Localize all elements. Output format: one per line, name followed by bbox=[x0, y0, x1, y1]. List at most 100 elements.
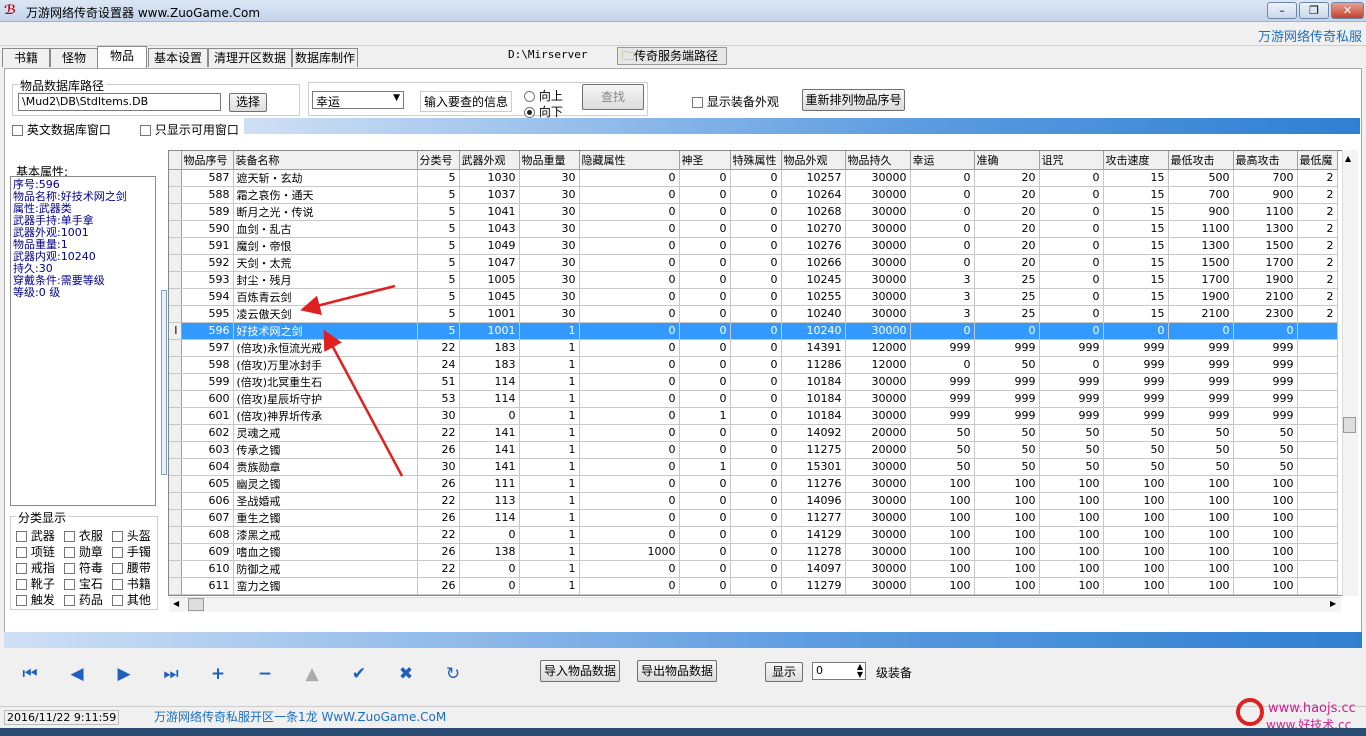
table-cell[interactable]: (倍攻)万里冰封手 bbox=[233, 356, 418, 374]
close-icon[interactable]: ✕ bbox=[1331, 2, 1364, 19]
reorder-button[interactable]: 重新排列物品序号 bbox=[802, 89, 905, 111]
horizontal-scroll-thumb[interactable] bbox=[188, 598, 204, 611]
row-indicator[interactable]: I bbox=[169, 322, 182, 340]
table-cell[interactable]: 999 bbox=[1039, 373, 1104, 391]
table-cell[interactable]: 0 bbox=[730, 169, 782, 187]
table-cell[interactable]: 1001 bbox=[459, 305, 520, 323]
table-cell[interactable]: 0 bbox=[1039, 203, 1104, 221]
table-cell[interactable]: 0 bbox=[679, 492, 731, 510]
table-cell[interactable]: 10240 bbox=[781, 305, 846, 323]
table-cell[interactable]: 5 bbox=[417, 254, 460, 272]
table-cell[interactable]: 11286 bbox=[781, 356, 846, 374]
table-cell[interactable]: 606 bbox=[181, 492, 234, 510]
table-cell[interactable]: 700 bbox=[1233, 169, 1298, 187]
table-row[interactable]: 604 贵族勋章 30 141 1 0 1 0 15301 30000 50 50 50 50 50 50 bbox=[169, 458, 1338, 476]
table-cell[interactable]: 1 bbox=[519, 577, 580, 595]
table-cell[interactable]: 611 bbox=[181, 577, 234, 595]
table-cell[interactable]: 594 bbox=[181, 288, 234, 306]
table-cell[interactable]: 100 bbox=[910, 577, 975, 595]
table-cell[interactable]: 30000 bbox=[845, 220, 911, 238]
find-button[interactable]: 查找 bbox=[582, 84, 644, 110]
table-cell[interactable]: 25 bbox=[974, 288, 1040, 306]
table-cell[interactable]: 999 bbox=[974, 390, 1040, 408]
table-cell[interactable]: 0 bbox=[579, 458, 680, 476]
table-cell[interactable]: 30000 bbox=[845, 373, 911, 391]
table-cell[interactable]: 30000 bbox=[845, 305, 911, 323]
table-cell[interactable]: 999 bbox=[1233, 356, 1298, 374]
table-cell[interactable]: 0 bbox=[579, 526, 680, 544]
table-cell[interactable]: 0 bbox=[730, 356, 782, 374]
table-cell[interactable]: 0 bbox=[459, 577, 520, 595]
row-indicator[interactable] bbox=[169, 305, 182, 323]
table-cell[interactable]: 100 bbox=[1103, 475, 1169, 493]
maximize-icon[interactable]: ❐ bbox=[1299, 2, 1329, 19]
table-cell[interactable]: 100 bbox=[1233, 577, 1298, 595]
tab-db-make[interactable]: 数据库制作 bbox=[292, 48, 358, 67]
table-cell[interactable]: 10264 bbox=[781, 186, 846, 204]
table-cell[interactable]: 30 bbox=[417, 458, 460, 476]
table-cell[interactable]: 50 bbox=[910, 441, 975, 459]
table-cell[interactable]: 11277 bbox=[781, 509, 846, 527]
table-cell[interactable]: 1500 bbox=[1233, 237, 1298, 255]
table-cell[interactable]: 传承之镯 bbox=[233, 441, 418, 459]
table-cell[interactable]: 0 bbox=[679, 288, 731, 306]
table-cell[interactable]: 5 bbox=[417, 322, 460, 340]
table-cell[interactable]: 0 bbox=[730, 543, 782, 561]
table-cell[interactable]: 900 bbox=[1233, 186, 1298, 204]
table-cell[interactable]: 50 bbox=[1233, 458, 1298, 476]
table-cell[interactable]: 999 bbox=[1039, 390, 1104, 408]
table-cell[interactable]: 999 bbox=[1168, 373, 1234, 391]
category-checkbox[interactable]: 符毒 bbox=[64, 559, 103, 576]
table-cell[interactable]: 50 bbox=[1103, 424, 1169, 442]
table-cell[interactable]: 15301 bbox=[781, 458, 846, 476]
table-cell[interactable] bbox=[1297, 543, 1338, 561]
table-cell[interactable]: 100 bbox=[1039, 526, 1104, 544]
table-cell[interactable]: 1300 bbox=[1233, 220, 1298, 238]
radio-up[interactable]: 向上 bbox=[524, 87, 563, 104]
table-cell[interactable]: 50 bbox=[1039, 441, 1104, 459]
table-cell[interactable]: 遮天斩・玄劫 bbox=[233, 169, 418, 187]
table-cell[interactable]: 血剑・乱古 bbox=[233, 220, 418, 238]
table-cell[interactable]: 10255 bbox=[781, 288, 846, 306]
column-header[interactable]: 最低魔 bbox=[1297, 151, 1338, 170]
spinner-icon[interactable]: ▲ ▼ bbox=[857, 663, 863, 679]
table-cell[interactable]: 50 bbox=[1039, 458, 1104, 476]
table-cell[interactable]: 1300 bbox=[1168, 237, 1234, 255]
row-indicator[interactable] bbox=[169, 390, 182, 408]
table-cell[interactable]: 30 bbox=[519, 288, 580, 306]
table-cell[interactable]: 1 bbox=[679, 458, 731, 476]
table-cell[interactable]: 30000 bbox=[845, 254, 911, 272]
table-cell[interactable]: 10184 bbox=[781, 390, 846, 408]
table-cell[interactable]: 0 bbox=[1233, 322, 1298, 340]
import-button[interactable]: 导入物品数据 bbox=[540, 660, 620, 682]
table-cell[interactable]: 100 bbox=[974, 577, 1040, 595]
table-cell[interactable]: 0 bbox=[974, 322, 1040, 340]
table-cell[interactable]: 0 bbox=[910, 186, 975, 204]
row-indicator[interactable] bbox=[169, 509, 182, 527]
table-cell[interactable]: 30000 bbox=[845, 322, 911, 340]
column-header[interactable]: 特殊属性 bbox=[730, 151, 782, 170]
table-cell[interactable]: 30 bbox=[519, 237, 580, 255]
table-cell[interactable]: 0 bbox=[579, 186, 680, 204]
horizontal-scrollbar[interactable] bbox=[169, 597, 1341, 612]
table-cell[interactable]: 0 bbox=[579, 577, 680, 595]
table-cell[interactable] bbox=[1297, 373, 1338, 391]
table-cell[interactable]: 0 bbox=[730, 305, 782, 323]
table-cell[interactable]: (倍攻)星辰圻守护 bbox=[233, 390, 418, 408]
table-cell[interactable]: 重生之镯 bbox=[233, 509, 418, 527]
scroll-left-icon[interactable]: ◀ bbox=[173, 599, 179, 608]
table-cell[interactable]: 0 bbox=[910, 203, 975, 221]
table-cell[interactable]: 100 bbox=[1233, 543, 1298, 561]
table-cell[interactable]: 0 bbox=[579, 424, 680, 442]
table-cell[interactable]: 0 bbox=[730, 560, 782, 578]
row-indicator[interactable] bbox=[169, 220, 182, 238]
table-cell[interactable]: 1900 bbox=[1168, 288, 1234, 306]
table-cell[interactable]: 2 bbox=[1297, 305, 1338, 323]
table-cell[interactable]: 10266 bbox=[781, 254, 846, 272]
table-cell[interactable]: 596 bbox=[181, 322, 234, 340]
table-cell[interactable]: 591 bbox=[181, 237, 234, 255]
table-cell[interactable]: 0 bbox=[679, 305, 731, 323]
prev-icon[interactable]: ◀ bbox=[67, 664, 87, 684]
table-cell[interactable]: 百炼青云剑 bbox=[233, 288, 418, 306]
table-cell[interactable]: 30000 bbox=[845, 186, 911, 204]
